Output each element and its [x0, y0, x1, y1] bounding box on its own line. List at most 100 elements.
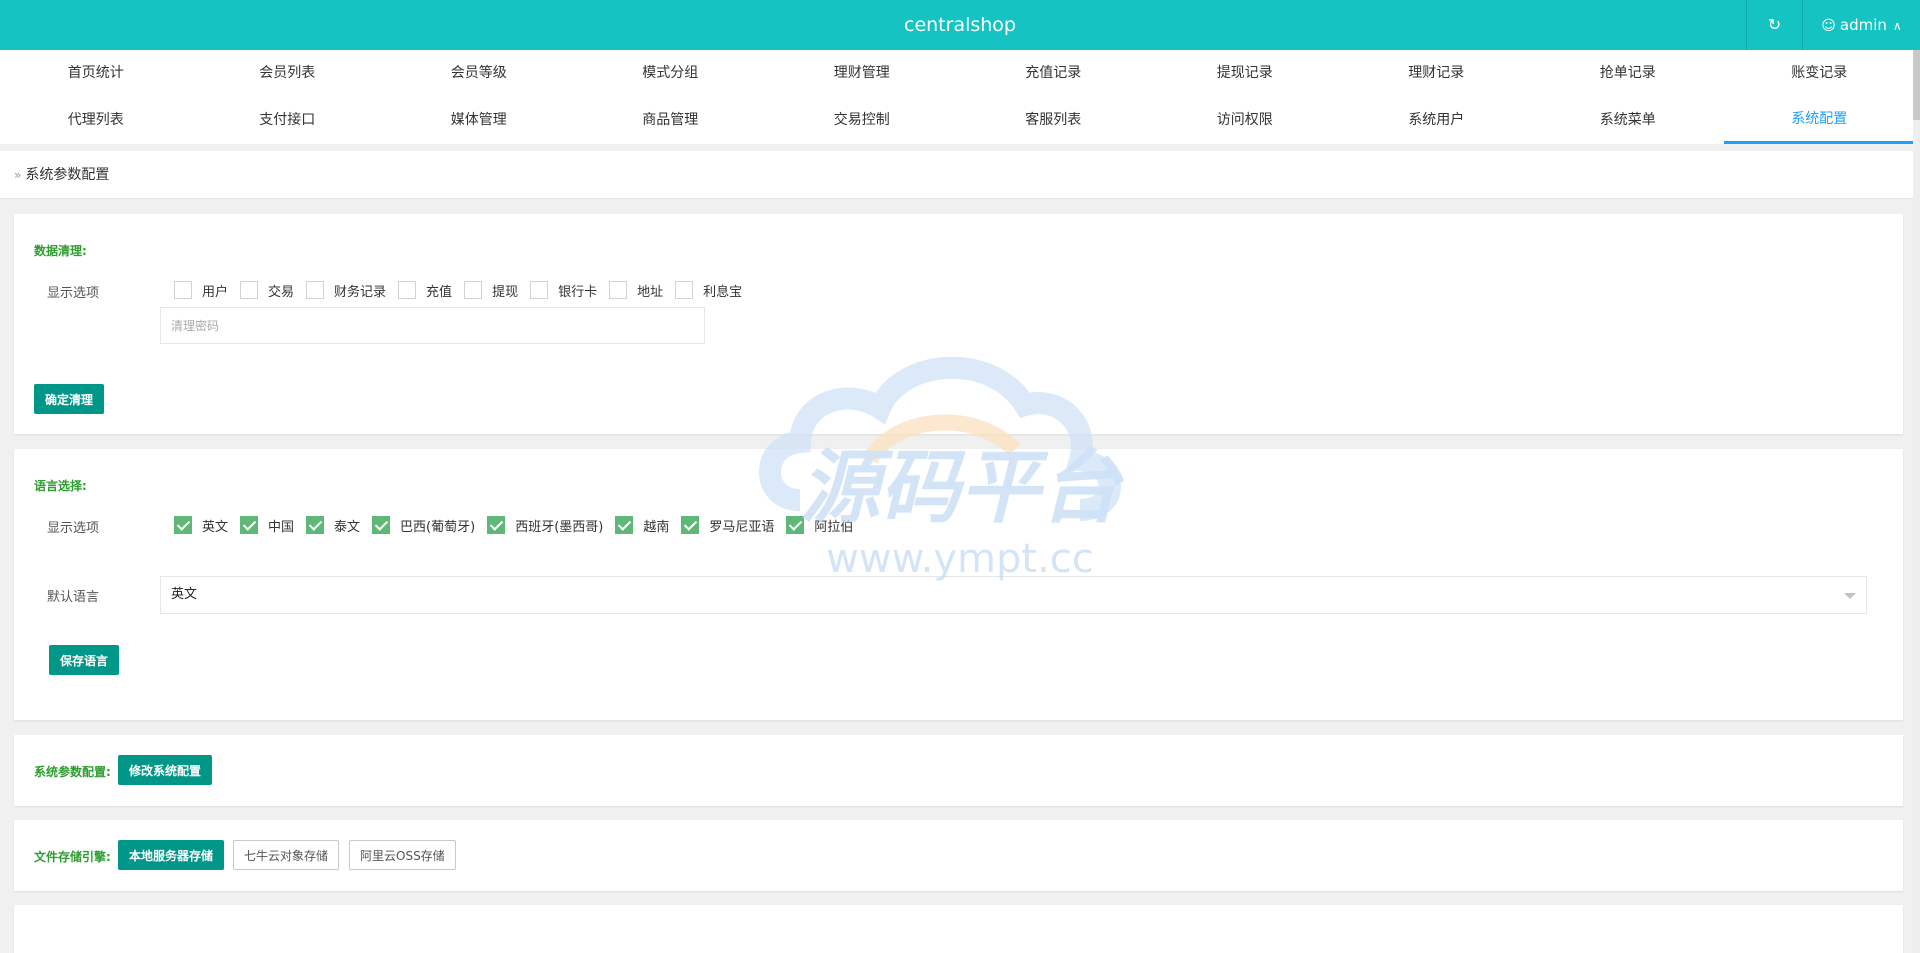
- nav-item-row2-6[interactable]: 客服列表: [958, 97, 1150, 144]
- edit-system-config-button[interactable]: 修改系统配置: [118, 755, 213, 785]
- language-options-label: 显示选项: [46, 521, 99, 536]
- nav-item-row1-7[interactable]: 提现记录: [1149, 50, 1341, 97]
- data-clean-title: 数据清理:: [34, 244, 87, 258]
- nav-item-row1-3[interactable]: 会员等级: [383, 50, 575, 97]
- caret-down-icon: [1844, 593, 1856, 599]
- nav-item-row1-9[interactable]: 抢单记录: [1532, 50, 1724, 97]
- language-option[interactable]: 罗马尼亚语: [681, 516, 774, 535]
- language-option[interactable]: 越南: [615, 516, 669, 535]
- nav-item-row1-5[interactable]: 理财管理: [766, 50, 958, 97]
- nav-item-row2-9[interactable]: 系统菜单: [1532, 97, 1724, 144]
- language-option[interactable]: 西班牙(墨西哥): [487, 516, 603, 535]
- nav-item-row2-3[interactable]: 媒体管理: [383, 97, 575, 144]
- nav-item-row2-10[interactable]: 系统配置: [1723, 97, 1915, 144]
- language-option-label: 西班牙(墨西哥): [515, 519, 604, 535]
- nav-row-1: 首页统计 会员列表 会员等级 模式分组 理财管理 充值记录 提现记录 理财记录 抢单记录 账变记录: [0, 50, 1920, 97]
- clean-option-label: 用户: [202, 284, 229, 300]
- storage-local-button[interactable]: 本地服务器存储: [118, 840, 225, 870]
- clean-option[interactable]: 提现: [464, 281, 518, 300]
- nav-row-2: 代理列表 支付接口 媒体管理 商品管理 交易控制 客服列表 访问权限 系统用户 系统菜单 系统配置: [0, 97, 1920, 144]
- language-option[interactable]: 泰文: [306, 516, 360, 535]
- storage-aliyun-oss-button[interactable]: 阿里云OSS存储: [349, 840, 456, 870]
- clean-checkbox[interactable]: [609, 281, 628, 299]
- system-config-title: 系统参数配置:: [34, 765, 111, 779]
- nav-item-row2-7[interactable]: 访问权限: [1149, 97, 1341, 144]
- nav-item-row1-6[interactable]: 充值记录: [958, 50, 1150, 97]
- nav-item-row1-1[interactable]: 首页统计: [0, 50, 192, 97]
- language-checkbox[interactable]: [240, 516, 259, 534]
- language-checkbox[interactable]: [615, 516, 634, 534]
- clean-option-label: 提现: [492, 284, 519, 300]
- chevron-up-icon: ∧: [1892, 19, 1902, 33]
- nav-item-row2-8[interactable]: 系统用户: [1341, 97, 1533, 144]
- clean-option[interactable]: 用户: [174, 281, 228, 300]
- refresh-icon: ↻: [1767, 15, 1782, 34]
- storage-engine-card: 文件存储引擎: 本地服务器存储 七牛云对象存储 阿里云OSS存储: [14, 820, 1903, 891]
- clean-option[interactable]: 财务记录: [306, 281, 386, 300]
- next-section-card: [14, 905, 1903, 953]
- breadcrumb-label: 系统参数配置: [25, 167, 110, 183]
- language-title: 语言选择:: [34, 479, 87, 493]
- clean-option[interactable]: 交易: [240, 281, 294, 300]
- nav-item-row1-10[interactable]: 账变记录: [1724, 50, 1916, 97]
- confirm-clean-button[interactable]: 确定清理: [34, 384, 105, 414]
- user-menu-button[interactable]: ☺ admin ∧: [1802, 0, 1920, 50]
- clean-option[interactable]: 银行卡: [530, 281, 597, 300]
- nav-item-row1-2[interactable]: 会员列表: [192, 50, 384, 97]
- language-checkbox[interactable]: [786, 516, 805, 534]
- top-bar: centralshop ↻ ☺ admin ∧: [0, 0, 1920, 50]
- language-option[interactable]: 英文: [174, 516, 228, 535]
- language-option[interactable]: 中国: [240, 516, 294, 535]
- language-option-label: 中国: [268, 519, 295, 535]
- nav-item-row2-1[interactable]: 代理列表: [0, 97, 192, 144]
- clean-option-label: 交易: [268, 284, 295, 300]
- clean-password-input[interactable]: [160, 307, 705, 344]
- refresh-button[interactable]: ↻: [1746, 0, 1802, 50]
- clean-checkbox[interactable]: [530, 281, 549, 299]
- user-icon: ☺: [1821, 18, 1836, 34]
- main-nav: 首页统计 会员列表 会员等级 模式分组 理财管理 充值记录 提现记录 理财记录 抢单记录 账变记录…: [0, 50, 1920, 144]
- clean-checkbox[interactable]: [398, 281, 417, 299]
- clean-checkbox[interactable]: [306, 281, 325, 299]
- app-title: centralshop: [904, 14, 1016, 36]
- scrollbar-thumb[interactable]: [1913, 50, 1920, 120]
- double-chevron-right-icon: »: [14, 168, 22, 182]
- language-option-label: 阿拉伯: [814, 519, 854, 535]
- clean-option[interactable]: 地址: [609, 281, 663, 300]
- nav-item-row2-5[interactable]: 交易控制: [766, 97, 958, 144]
- storage-qiniu-button[interactable]: 七牛云对象存储: [233, 840, 340, 870]
- scrollbar[interactable]: [1913, 50, 1920, 953]
- default-language-select[interactable]: 英文: [160, 576, 1867, 614]
- data-clean-options-label: 显示选项: [46, 286, 99, 301]
- clean-checkbox[interactable]: [464, 281, 483, 299]
- language-checkbox[interactable]: [306, 516, 325, 534]
- language-checkbox[interactable]: [372, 516, 391, 534]
- language-option[interactable]: 阿拉伯: [786, 516, 853, 535]
- breadcrumb: » 系统参数配置: [0, 151, 1913, 199]
- clean-checkbox[interactable]: [675, 281, 694, 299]
- nav-item-row1-8[interactable]: 理财记录: [1341, 50, 1533, 97]
- language-option[interactable]: 巴西(葡萄牙): [372, 516, 475, 535]
- clean-checkbox[interactable]: [240, 281, 259, 299]
- save-language-button[interactable]: 保存语言: [49, 645, 120, 675]
- nav-item-row1-4[interactable]: 模式分组: [575, 50, 767, 97]
- user-name: admin: [1839, 16, 1887, 34]
- data-clean-card: 数据清理: 显示选项 用户 交易 财务记录 充值 提现 银行卡 地址 利息宝 确定清理: [14, 214, 1903, 434]
- clean-option[interactable]: 充值: [398, 281, 452, 300]
- language-checkbox[interactable]: [681, 516, 700, 534]
- clean-option-label: 充值: [426, 284, 453, 300]
- language-checkbox[interactable]: [174, 516, 192, 534]
- nav-item-row2-2[interactable]: 支付接口: [192, 97, 384, 144]
- clean-option[interactable]: 利息宝: [675, 281, 742, 300]
- language-options: 英文 中国 泰文 巴西(葡萄牙) 西班牙(墨西哥) 越南 罗马尼亚语 阿拉伯: [174, 515, 865, 535]
- top-right-actions: ↻ ☺ admin ∧: [1746, 0, 1920, 50]
- language-checkbox[interactable]: [487, 516, 506, 534]
- clean-option-label: 银行卡: [558, 284, 598, 300]
- default-language-label: 默认语言: [46, 590, 99, 605]
- data-clean-options: 用户 交易 财务记录 充值 提现 银行卡 地址 利息宝: [174, 280, 754, 300]
- clean-checkbox[interactable]: [174, 281, 192, 299]
- clean-option-label: 利息宝: [703, 284, 743, 300]
- nav-item-row2-4[interactable]: 商品管理: [575, 97, 767, 144]
- language-option-label: 英文: [202, 519, 229, 535]
- storage-engine-title: 文件存储引擎:: [34, 850, 111, 864]
